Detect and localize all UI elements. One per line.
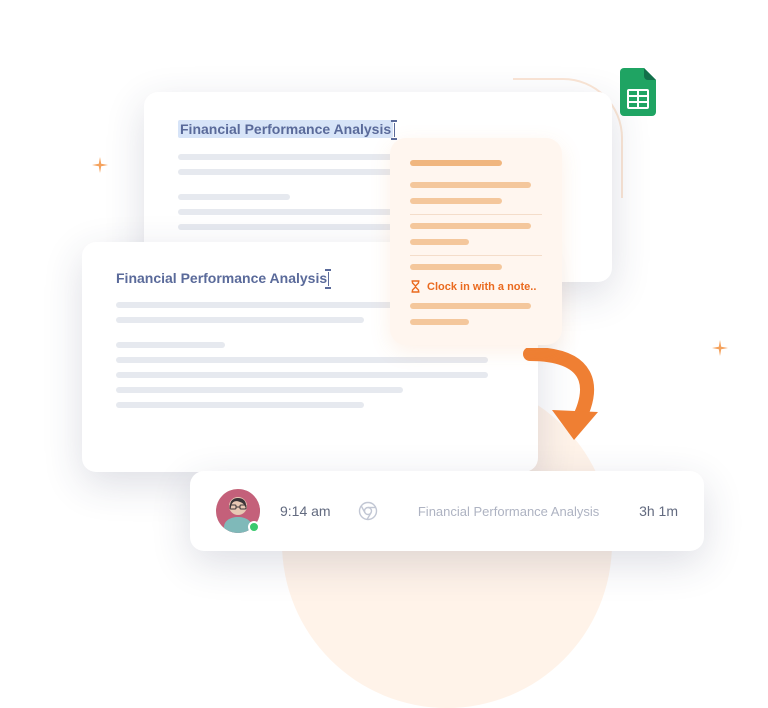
menu-placeholder (410, 264, 502, 270)
text-placeholder (116, 387, 403, 393)
text-cursor-icon (394, 123, 395, 137)
text-placeholder (116, 317, 364, 323)
text-placeholder (116, 342, 225, 348)
text-cursor-icon (328, 272, 329, 286)
entry-start-time: 9:14 am (280, 503, 338, 519)
menu-placeholder (410, 223, 531, 229)
avatar[interactable] (216, 489, 260, 533)
text-placeholder (116, 402, 364, 408)
text-placeholder (178, 194, 290, 200)
document-title: Financial Performance Analysis (116, 270, 327, 286)
status-online-icon (248, 521, 260, 533)
clock-in-label: Clock in with a note.. (427, 281, 536, 293)
document-title[interactable]: Financial Performance Analysis (178, 120, 393, 138)
sparkle-icon (712, 340, 728, 356)
menu-placeholder (410, 303, 531, 309)
chrome-icon (358, 501, 378, 521)
divider (410, 255, 542, 256)
text-placeholder (116, 372, 488, 378)
arrow-down-icon (512, 348, 622, 453)
entry-duration: 3h 1m (639, 503, 678, 519)
clock-in-menu-item[interactable]: Clock in with a note.. (410, 280, 542, 293)
menu-placeholder (410, 198, 502, 204)
context-menu[interactable]: Clock in with a note.. (390, 138, 562, 345)
menu-placeholder (410, 319, 469, 325)
hourglass-icon (410, 280, 421, 293)
menu-placeholder (410, 182, 531, 188)
entry-task-name: Financial Performance Analysis (398, 504, 619, 519)
time-entry-row[interactable]: 9:14 am Financial Performance Analysis 3… (190, 471, 704, 551)
menu-placeholder (410, 239, 469, 245)
text-placeholder (116, 357, 488, 363)
menu-placeholder (410, 160, 502, 166)
sparkle-icon (92, 157, 108, 173)
divider (410, 214, 542, 215)
google-sheets-icon (620, 68, 656, 116)
